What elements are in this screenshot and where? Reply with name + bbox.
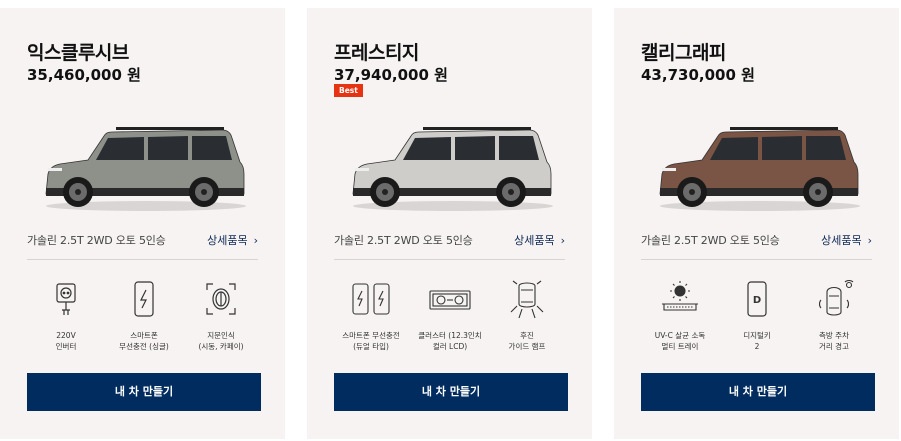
- chevron-right-icon: ›: [867, 234, 872, 247]
- build-my-car-button[interactable]: 내 차 만들기: [641, 373, 875, 411]
- divider: [641, 259, 872, 260]
- uv-tray-icon: [662, 281, 698, 311]
- feature-item: 지문인식 (시동, 카페이): [181, 278, 261, 352]
- detail-link-label: 상세품목: [514, 234, 555, 247]
- trim-price: 43,730,000 원: [641, 66, 755, 84]
- fingerprint-icon: [206, 283, 236, 315]
- car-image: [659, 127, 860, 211]
- chevron-right-icon: ›: [560, 234, 565, 247]
- feature-item: 스마트폰 무선충전 (듀얼 타입): [331, 278, 411, 352]
- side-parking-warning-icon: [818, 279, 854, 316]
- feature-label: 스마트폰 무선충전 (싱글): [119, 331, 169, 351]
- feature-item: UV-C 살균 소독 멀티 트레이: [640, 278, 720, 352]
- trim-card-calligraphy: 캘리그래피 43,730,000 원 가솔린 2.5T 2WD 오토 5인승 상…: [614, 8, 899, 439]
- trim-name: 캘리그래피: [641, 42, 726, 64]
- svg-text:D: D: [753, 295, 761, 306]
- chevron-right-icon: ›: [253, 234, 258, 247]
- detail-link-label: 상세품목: [207, 234, 248, 247]
- build-my-car-button[interactable]: 내 차 만들기: [27, 373, 261, 411]
- feature-label: 후진 가이드 램프: [508, 331, 546, 351]
- feature-label: 220V 인버터: [55, 331, 77, 351]
- feature-label: 지문인식 (시동, 카페이): [198, 331, 244, 351]
- dual-phone-charging-icon: [352, 283, 390, 315]
- divider: [334, 259, 565, 260]
- build-my-car-button[interactable]: 내 차 만들기: [334, 373, 568, 411]
- trim-spec: 가솔린 2.5T 2WD 오토 5인승: [27, 234, 166, 247]
- feature-item: 클러스터 (12.3인치 컬러 LCD): [410, 278, 490, 352]
- outlet-icon: [56, 283, 76, 315]
- feature-label: 스마트폰 무선충전 (듀얼 타입): [342, 331, 400, 351]
- feature-label: 디지털키 2: [743, 331, 771, 351]
- feature-label: 클러스터 (12.3인치 컬러 LCD): [418, 331, 482, 351]
- detail-link[interactable]: 상세품목 ›: [821, 232, 872, 248]
- trim-name: 프레스티지: [334, 42, 419, 64]
- feature-item: D 디지털키 2: [717, 278, 797, 352]
- trim-price: 37,940,000 원: [334, 66, 448, 84]
- best-badge: Best: [334, 84, 363, 97]
- trim-spec: 가솔린 2.5T 2WD 오토 5인승: [334, 234, 473, 247]
- trim-card-prestige: 프레스티지 37,940,000 원 Best 가솔린 2.5T 2WD 오토 …: [307, 8, 592, 439]
- divider: [27, 259, 258, 260]
- feature-item: 후진 가이드 램프: [487, 278, 567, 352]
- trim-card-exclusive: 익스클루시브 35,460,000 원 가솔린 2.5T 2WD 오토 5인승 …: [0, 8, 285, 439]
- feature-item: 측방 주차 거리 경고: [794, 278, 874, 352]
- detail-link-label: 상세품목: [821, 234, 862, 247]
- car-image: [352, 127, 553, 211]
- phone-charging-icon: [134, 281, 154, 317]
- car-image: [45, 127, 246, 211]
- feature-item: 220V 인버터: [26, 278, 106, 352]
- detail-link[interactable]: 상세품목 ›: [514, 232, 565, 248]
- rear-guide-lamp-icon: [510, 280, 544, 319]
- trim-spec: 가솔린 2.5T 2WD 오토 5인승: [641, 234, 780, 247]
- feature-label: UV-C 살균 소독 멀티 트레이: [654, 331, 706, 351]
- digital-key-icon: D: [747, 281, 767, 317]
- cluster-display-icon: [429, 290, 471, 310]
- feature-label: 측방 주차 거리 경고: [819, 331, 849, 351]
- trim-name: 익스클루시브: [27, 42, 129, 64]
- detail-link[interactable]: 상세품목 ›: [207, 232, 258, 248]
- feature-item: 스마트폰 무선충전 (싱글): [104, 278, 184, 352]
- trim-price: 35,460,000 원: [27, 66, 141, 84]
